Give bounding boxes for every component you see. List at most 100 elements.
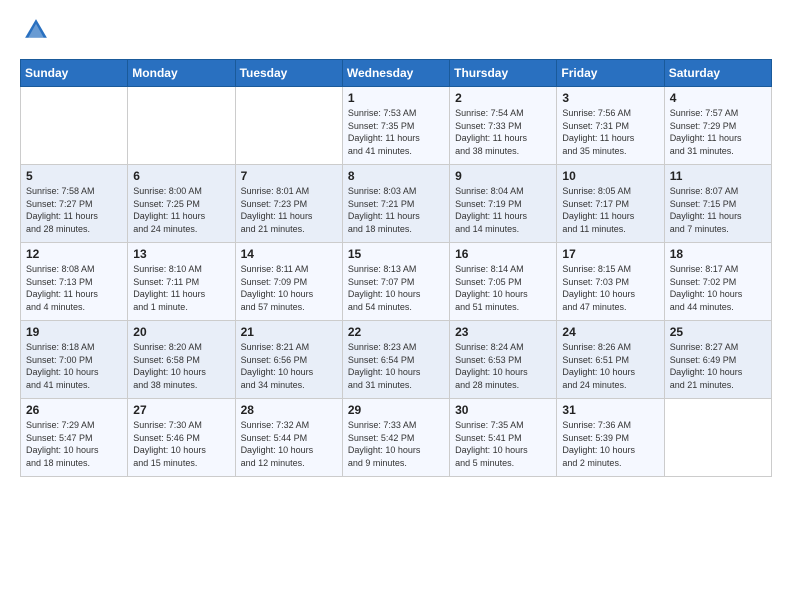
day-info: Sunrise: 7:56 AM Sunset: 7:31 PM Dayligh… [562,107,658,157]
day-cell: 25 Sunrise: 8:27 AM Sunset: 6:49 PM Dayli… [664,321,771,399]
day-info: Sunrise: 8:01 AM Sunset: 7:23 PM Dayligh… [241,185,337,235]
day-info: Sunrise: 8:03 AM Sunset: 7:21 PM Dayligh… [348,185,444,235]
day-number: 4 [670,91,766,105]
day-info: Sunrise: 8:26 AM Sunset: 6:51 PM Dayligh… [562,341,658,391]
week-row-2: 5 Sunrise: 7:58 AM Sunset: 7:27 PM Daylig… [21,165,772,243]
day-cell: 11 Sunrise: 8:07 AM Sunset: 7:15 PM Dayli… [664,165,771,243]
day-number: 25 [670,325,766,339]
day-info: Sunrise: 8:18 AM Sunset: 7:00 PM Dayligh… [26,341,122,391]
day-info: Sunrise: 8:05 AM Sunset: 7:17 PM Dayligh… [562,185,658,235]
day-cell: 12Sunrise: 8:08 AM Sunset: 7:13 PM Dayli… [21,243,128,321]
day-number: 24 [562,325,658,339]
day-info: Sunrise: 7:33 AM Sunset: 5:42 PM Dayligh… [348,419,444,469]
day-cell: 10 Sunrise: 8:05 AM Sunset: 7:17 PM Dayli… [557,165,664,243]
day-info: Sunrise: 8:13 AM Sunset: 7:07 PM Dayligh… [348,263,444,313]
day-cell [235,87,342,165]
col-header-tuesday: Tuesday [235,60,342,87]
day-number: 5 [26,169,122,183]
day-cell: 13Sunrise: 8:10 AM Sunset: 7:11 PM Dayli… [128,243,235,321]
week-row-4: 19 Sunrise: 8:18 AM Sunset: 7:00 PM Dayli… [21,321,772,399]
week-row-3: 12Sunrise: 8:08 AM Sunset: 7:13 PM Dayli… [21,243,772,321]
day-info: Sunrise: 7:58 AM Sunset: 7:27 PM Dayligh… [26,185,122,235]
day-number: 9 [455,169,551,183]
col-header-thursday: Thursday [450,60,557,87]
day-info: Sunrise: 7:32 AM Sunset: 5:44 PM Dayligh… [241,419,337,469]
day-cell: 9 Sunrise: 8:04 AM Sunset: 7:19 PM Daylig… [450,165,557,243]
day-cell: 22 Sunrise: 8:23 AM Sunset: 6:54 PM Dayli… [342,321,449,399]
day-info: Sunrise: 7:53 AM Sunset: 7:35 PM Dayligh… [348,107,444,157]
day-info: Sunrise: 8:07 AM Sunset: 7:15 PM Dayligh… [670,185,766,235]
day-info: Sunrise: 8:15 AM Sunset: 7:03 PM Dayligh… [562,263,658,313]
day-cell: 8Sunrise: 8:03 AM Sunset: 7:21 PM Daylig… [342,165,449,243]
day-number: 21 [241,325,337,339]
day-info: Sunrise: 8:23 AM Sunset: 6:54 PM Dayligh… [348,341,444,391]
day-number: 29 [348,403,444,417]
day-cell: 27Sunrise: 7:30 AM Sunset: 5:46 PM Dayli… [128,399,235,477]
day-info: Sunrise: 7:54 AM Sunset: 7:33 PM Dayligh… [455,107,551,157]
week-row-1: 1Sunrise: 7:53 AM Sunset: 7:35 PM Daylig… [21,87,772,165]
day-info: Sunrise: 8:14 AM Sunset: 7:05 PM Dayligh… [455,263,551,313]
day-cell: 31Sunrise: 7:36 AM Sunset: 5:39 PM Dayli… [557,399,664,477]
col-header-wednesday: Wednesday [342,60,449,87]
day-number: 2 [455,91,551,105]
day-number: 6 [133,169,229,183]
header [20,16,772,49]
day-cell: 20 Sunrise: 8:20 AM Sunset: 6:58 PM Dayli… [128,321,235,399]
day-cell: 18 Sunrise: 8:17 AM Sunset: 7:02 PM Dayli… [664,243,771,321]
day-info: Sunrise: 8:24 AM Sunset: 6:53 PM Dayligh… [455,341,551,391]
page: SundayMondayTuesdayWednesdayThursdayFrid… [0,0,792,612]
week-row-5: 26 Sunrise: 7:29 AM Sunset: 5:47 PM Dayli… [21,399,772,477]
logo-icon [22,16,50,44]
day-cell: 6 Sunrise: 8:00 AM Sunset: 7:25 PM Daylig… [128,165,235,243]
day-number: 7 [241,169,337,183]
day-cell [21,87,128,165]
day-info: Sunrise: 8:04 AM Sunset: 7:19 PM Dayligh… [455,185,551,235]
col-header-monday: Monday [128,60,235,87]
day-cell: 7 Sunrise: 8:01 AM Sunset: 7:23 PM Daylig… [235,165,342,243]
calendar-table: SundayMondayTuesdayWednesdayThursdayFrid… [20,59,772,477]
day-number: 13 [133,247,229,261]
day-number: 30 [455,403,551,417]
day-number: 19 [26,325,122,339]
day-number: 26 [26,403,122,417]
logo [20,16,50,49]
day-cell: 28 Sunrise: 7:32 AM Sunset: 5:44 PM Dayli… [235,399,342,477]
day-cell: 1Sunrise: 7:53 AM Sunset: 7:35 PM Daylig… [342,87,449,165]
day-cell: 29 Sunrise: 7:33 AM Sunset: 5:42 PM Dayli… [342,399,449,477]
day-info: Sunrise: 8:20 AM Sunset: 6:58 PM Dayligh… [133,341,229,391]
header-row: SundayMondayTuesdayWednesdayThursdayFrid… [21,60,772,87]
day-info: Sunrise: 8:17 AM Sunset: 7:02 PM Dayligh… [670,263,766,313]
day-info: Sunrise: 7:29 AM Sunset: 5:47 PM Dayligh… [26,419,122,469]
day-info: Sunrise: 7:35 AM Sunset: 5:41 PM Dayligh… [455,419,551,469]
day-cell [128,87,235,165]
day-number: 12 [26,247,122,261]
day-info: Sunrise: 8:21 AM Sunset: 6:56 PM Dayligh… [241,341,337,391]
day-number: 11 [670,169,766,183]
day-number: 18 [670,247,766,261]
day-cell: 19 Sunrise: 8:18 AM Sunset: 7:00 PM Dayli… [21,321,128,399]
day-info: Sunrise: 7:36 AM Sunset: 5:39 PM Dayligh… [562,419,658,469]
day-number: 20 [133,325,229,339]
day-info: Sunrise: 8:27 AM Sunset: 6:49 PM Dayligh… [670,341,766,391]
day-cell: 14Sunrise: 8:11 AM Sunset: 7:09 PM Dayli… [235,243,342,321]
day-number: 15 [348,247,444,261]
day-info: Sunrise: 8:11 AM Sunset: 7:09 PM Dayligh… [241,263,337,313]
day-number: 17 [562,247,658,261]
day-number: 3 [562,91,658,105]
day-cell: 16 Sunrise: 8:14 AM Sunset: 7:05 PM Dayli… [450,243,557,321]
day-info: Sunrise: 7:57 AM Sunset: 7:29 PM Dayligh… [670,107,766,157]
day-cell: 5 Sunrise: 7:58 AM Sunset: 7:27 PM Daylig… [21,165,128,243]
day-info: Sunrise: 7:30 AM Sunset: 5:46 PM Dayligh… [133,419,229,469]
day-number: 22 [348,325,444,339]
day-info: Sunrise: 8:00 AM Sunset: 7:25 PM Dayligh… [133,185,229,235]
col-header-sunday: Sunday [21,60,128,87]
day-number: 23 [455,325,551,339]
day-cell: 2 Sunrise: 7:54 AM Sunset: 7:33 PM Daylig… [450,87,557,165]
day-cell: 23 Sunrise: 8:24 AM Sunset: 6:53 PM Dayli… [450,321,557,399]
day-cell: 24 Sunrise: 8:26 AM Sunset: 6:51 PM Dayli… [557,321,664,399]
day-number: 16 [455,247,551,261]
day-number: 10 [562,169,658,183]
col-header-friday: Friday [557,60,664,87]
day-number: 28 [241,403,337,417]
day-cell: 26 Sunrise: 7:29 AM Sunset: 5:47 PM Dayli… [21,399,128,477]
